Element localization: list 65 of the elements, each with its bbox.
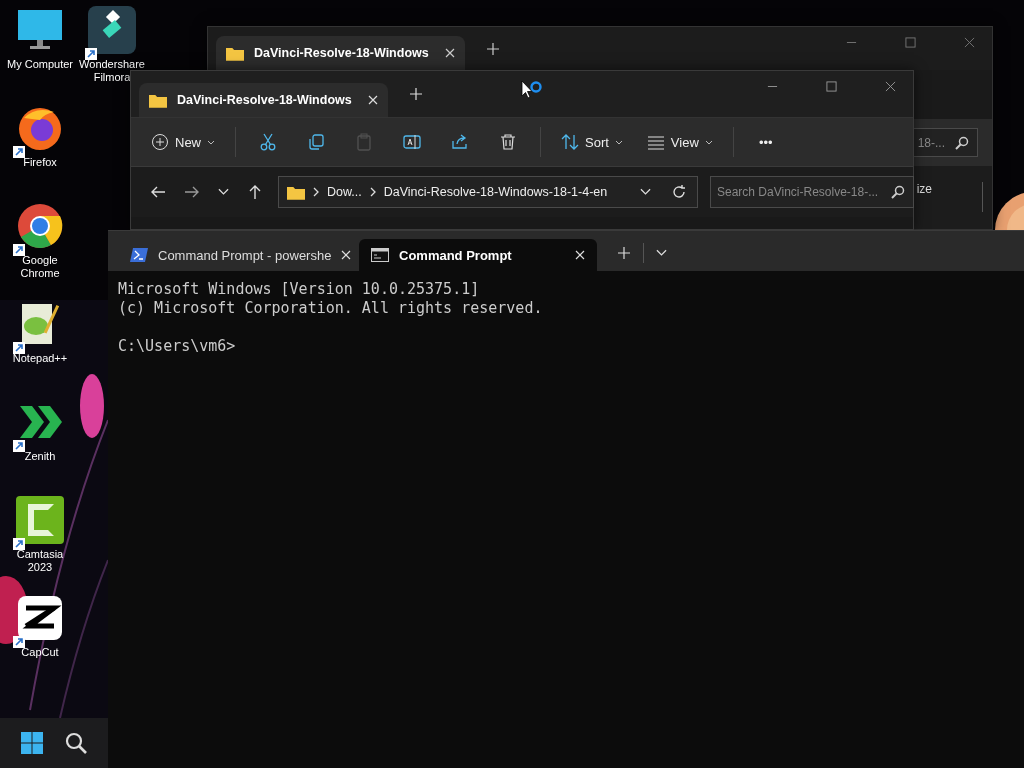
caret-icon (704, 139, 713, 145)
up-arrow-icon[interactable] (247, 184, 263, 200)
breadcrumb[interactable]: DaVinci-Resolve-18-Windows-18-1-4-en (383, 185, 608, 199)
icon-label: Wondershare Filmora (79, 58, 145, 84)
view-button[interactable]: View (638, 125, 721, 159)
search-icon[interactable] (64, 731, 88, 755)
search-icon (891, 185, 905, 199)
back-arrow-icon[interactable] (150, 184, 166, 200)
search-icon (955, 135, 969, 150)
tab-title: DaVinci-Resolve-18-Windows (177, 93, 352, 107)
column-header[interactable]: ize (916, 182, 932, 196)
share-icon (451, 133, 469, 151)
terminal-tab[interactable]: Command Prompt - powershe (118, 239, 356, 271)
new-tab-icon[interactable] (409, 88, 422, 100)
list-icon (646, 133, 665, 151)
icon-label: CapCut (21, 646, 59, 659)
close-icon[interactable] (444, 48, 455, 58)
caret-icon[interactable] (640, 188, 651, 196)
icon-label: Firefox (23, 156, 57, 169)
copy-icon (307, 133, 325, 151)
console-line: (c) Microsoft Corporation. All rights reserved. (118, 299, 543, 318)
caret-icon[interactable] (656, 249, 667, 257)
icon-label: Google Chrome (19, 254, 61, 280)
forward-arrow-icon[interactable] (184, 184, 200, 200)
new-tab-icon[interactable] (486, 42, 499, 55)
new-tab-icon[interactable] (618, 247, 630, 259)
refresh-icon[interactable] (671, 184, 687, 200)
folder-icon (226, 45, 244, 61)
more-button[interactable]: ••• (745, 125, 786, 159)
folder-icon (149, 92, 167, 108)
search-field[interactable]: Search DaVinci-Resolve-18-... (710, 176, 914, 208)
powershell-icon (130, 248, 148, 262)
sort-arrows-icon (561, 133, 579, 151)
chevron-icon (369, 187, 376, 197)
breadcrumb[interactable]: Dow... (327, 185, 362, 199)
icon-label: My Computer (7, 58, 73, 71)
folder-icon (287, 184, 305, 200)
caret-icon[interactable] (218, 188, 229, 196)
console-line: Microsoft Windows [Version 10.0.25375.1] (118, 280, 480, 299)
window-tab[interactable]: DaVinci-Resolve-18-Windows (216, 36, 465, 70)
filmora-icon[interactable] (88, 6, 136, 54)
search-field[interactable]: 18-... (914, 128, 978, 157)
new-button[interactable]: New (143, 125, 223, 159)
scissors-icon (259, 133, 277, 151)
console-window-icon (371, 248, 389, 262)
terminal-tab[interactable]: Command Prompt (359, 239, 597, 271)
rename-icon (403, 133, 421, 151)
start-icon[interactable] (20, 731, 44, 755)
command-prompt[interactable]: C:\Users\vm6> (118, 337, 236, 356)
caret-icon (207, 139, 215, 145)
trash-icon (499, 133, 517, 151)
capcut-icon[interactable] (16, 594, 64, 642)
tab-title: DaVinci-Resolve-18-Windows (254, 46, 429, 60)
icon-label: Notepad++ (12, 352, 68, 365)
icon-label: Camtasia 2023 (15, 548, 65, 574)
maximize-icon[interactable] (826, 81, 837, 92)
address-bar[interactable]: Dow... DaVinci-Resolve-18-Windows-18-1-4-en (278, 176, 698, 208)
chevron-icon (313, 187, 319, 197)
plus-circle-icon (151, 133, 169, 151)
icon-label: Zenith (24, 450, 56, 463)
clipboard-icon (355, 133, 373, 151)
window-tab[interactable]: DaVinci-Resolve-18-Windows (139, 83, 388, 117)
caret-icon (614, 139, 623, 145)
chrome-icon[interactable] (16, 202, 64, 250)
sort-button[interactable]: Sort (553, 125, 631, 159)
